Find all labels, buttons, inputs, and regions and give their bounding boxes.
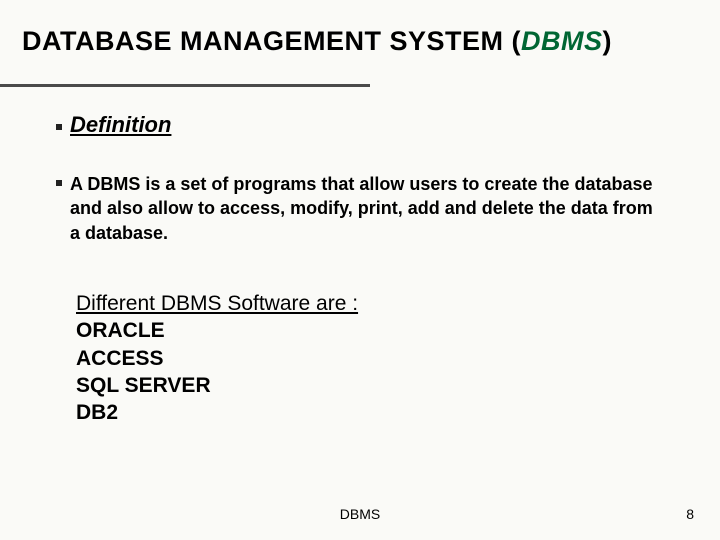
title-prefix: DATABASE MANAGEMENT SYSTEM ( xyxy=(22,26,521,56)
footer-label: DBMS xyxy=(0,506,720,522)
software-item: ACCESS xyxy=(76,345,358,372)
title-suffix: ) xyxy=(603,26,613,56)
software-item: SQL SERVER xyxy=(76,372,358,399)
page-number: 8 xyxy=(686,506,694,522)
slide: DATABASE MANAGEMENT SYSTEM (DBMS) Defini… xyxy=(0,0,720,540)
bullet-icon xyxy=(56,124,62,130)
software-item: DB2 xyxy=(76,399,358,426)
slide-title: DATABASE MANAGEMENT SYSTEM (DBMS) xyxy=(22,26,698,57)
title-underline xyxy=(0,84,370,87)
bullet-icon xyxy=(56,180,62,186)
software-item: ORACLE xyxy=(76,317,358,344)
software-heading: Different DBMS Software are : xyxy=(76,290,358,317)
title-emphasis: DBMS xyxy=(521,26,603,56)
software-block: Different DBMS Software are : ORACLE ACC… xyxy=(76,290,358,426)
definition-text: A DBMS is a set of programs that allow u… xyxy=(70,172,660,245)
section-heading: Definition xyxy=(70,112,171,138)
